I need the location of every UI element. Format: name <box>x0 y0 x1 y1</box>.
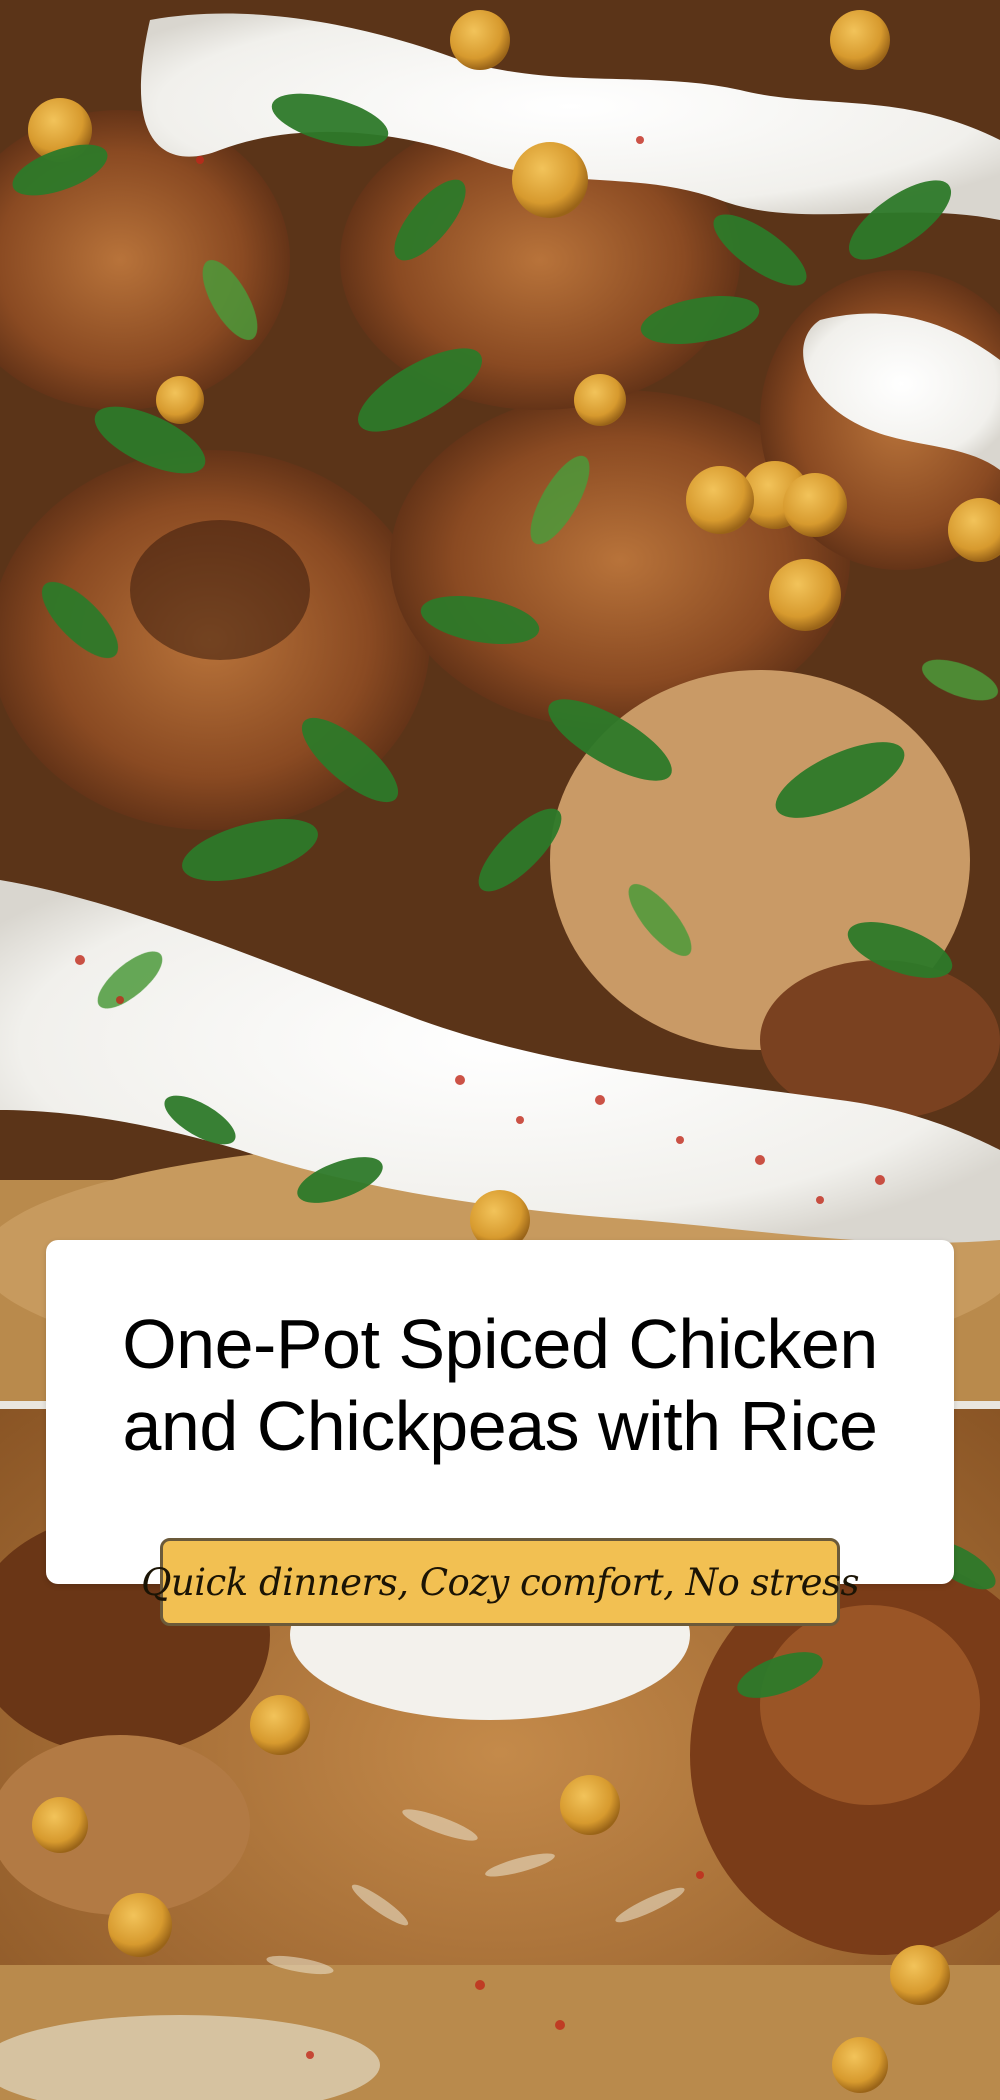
food-photo-top <box>0 0 1000 1405</box>
hero-photo-top <box>0 0 1000 1405</box>
tagline-badge: Quick dinners, Cozy comfort, No stress <box>141 1538 859 1626</box>
recipe-title: One-Pot Spiced Chicken and Chickpeas wit… <box>122 1305 878 1465</box>
tagline-text: Quick dinners, Cozy comfort, No stress <box>141 1560 859 1604</box>
title-card: One-Pot Spiced Chicken and Chickpeas wit… <box>46 1240 954 1584</box>
